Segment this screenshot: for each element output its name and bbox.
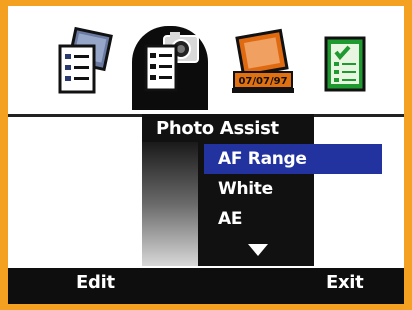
menu-item-af-range[interactable]: AF Range [204,144,382,174]
date-stamp-text: 07/07/97 [238,76,287,87]
photo-list-icon[interactable] [46,18,126,104]
camera-lcd-screen: 07/07/97 Photo Assist AF Range White AE … [8,6,404,304]
softkey-bar: Edit Exit [8,268,404,304]
date-stamp-icon[interactable]: 07/07/97 [222,18,302,104]
menu-title: Photo Assist [156,118,279,139]
edit-softkey[interactable]: Edit [76,272,115,293]
checklist-icon[interactable] [306,18,386,104]
menu-tab-strip: 07/07/97 [8,6,404,114]
camera-menu-tab[interactable] [130,18,210,110]
divider-line [314,114,404,117]
divider-line [8,114,142,117]
exit-softkey[interactable]: Exit [326,272,364,293]
camera-menu-icon [144,32,199,92]
panel-gradient [142,142,198,266]
